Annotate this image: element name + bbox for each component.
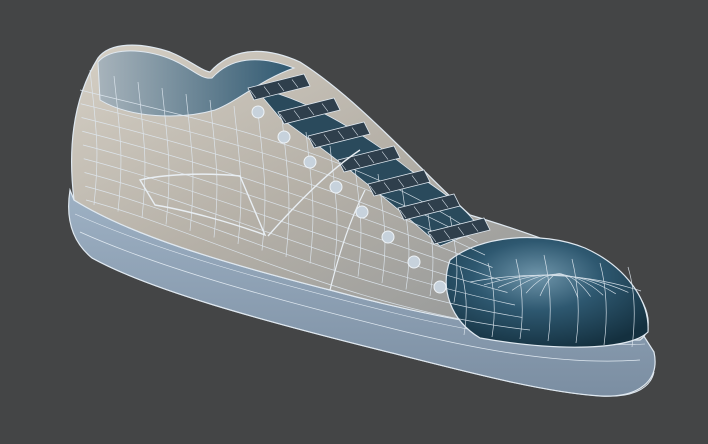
sneaker-model[interactable]: [0, 0, 708, 444]
eyelet: [407, 255, 421, 269]
eyelet: [251, 105, 265, 119]
eyelet: [303, 155, 317, 169]
eyelet: [329, 180, 343, 194]
eyelet: [277, 130, 291, 144]
toe-cap[interactable]: [445, 236, 649, 348]
eyelet: [433, 280, 447, 294]
3d-viewport[interactable]: [0, 0, 708, 444]
eyelet: [381, 230, 395, 244]
eyelet: [355, 205, 369, 219]
